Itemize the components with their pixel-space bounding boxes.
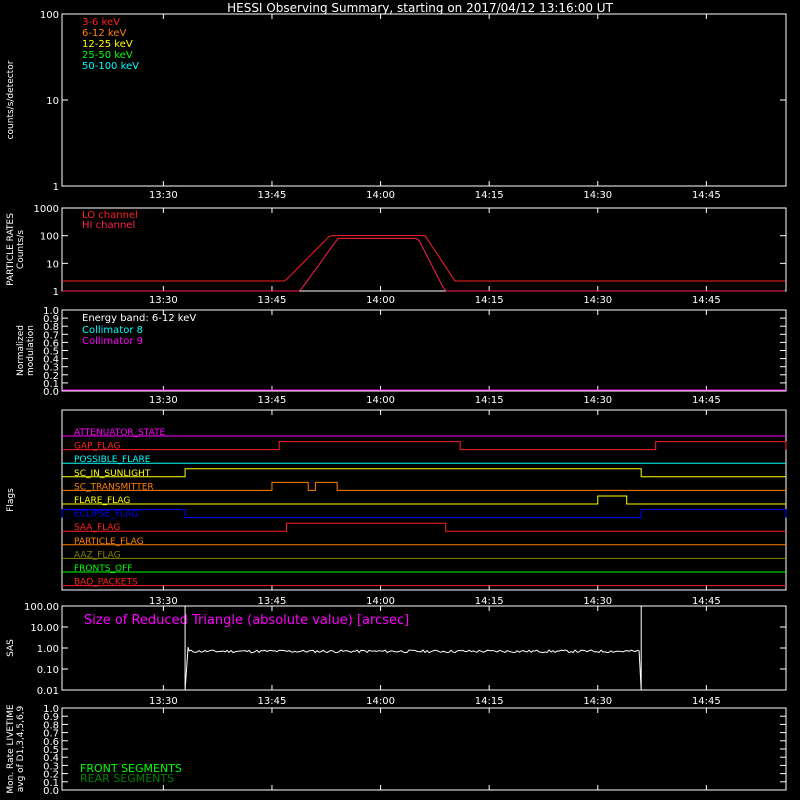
x-tick-label: 13:30 — [149, 295, 178, 306]
legend-entry: 12-25 keV — [82, 39, 133, 50]
x-tick-label: 14:00 — [366, 395, 395, 406]
y-tick-label: 10 — [46, 96, 59, 107]
x-tick-label: 13:30 — [149, 596, 178, 607]
series-line — [62, 237, 785, 292]
energy-band-label: Energy band: 6-12 keV — [82, 313, 196, 324]
x-tick-label: 14:45 — [692, 596, 721, 607]
y-tick-label: 1 — [53, 182, 59, 193]
particle-rate-series: LO channelHI channel — [62, 210, 785, 292]
x-tick-label: 13:45 — [258, 696, 287, 707]
y-axis-label: modulation — [26, 325, 36, 376]
y-tick-label: 10.00 — [30, 623, 59, 634]
legend-entry: 25-50 keV — [82, 50, 133, 61]
legend-entry: Collimator 9 — [82, 336, 143, 347]
x-tick-label: 14:45 — [692, 295, 721, 306]
y-axis-label: Normalized — [16, 325, 26, 376]
flag-line — [62, 468, 786, 478]
legend-entry: REAR SEGMENTS — [80, 772, 174, 785]
y-tick-label: 0.10 — [37, 665, 59, 676]
sas-annotation: Size of Reduced Triangle (absolute value… — [84, 613, 409, 628]
x-tick-label: 13:30 — [149, 395, 178, 406]
y-axis-label: avg of D1,3,4,5,6,9 — [16, 705, 26, 792]
y-tick-label: 1 — [53, 287, 59, 298]
y-axis-label: SAS — [6, 639, 16, 657]
panel-frame — [61, 13, 787, 187]
panel-frame — [61, 409, 787, 591]
x-tick-label: 14:00 — [366, 596, 395, 607]
chart-title: HESSI Observing Summary, starting on 201… — [227, 1, 613, 15]
x-tick-label: 14:30 — [583, 596, 612, 607]
x-tick-label: 14:00 — [366, 190, 395, 201]
legend-entry: 6-12 keV — [82, 28, 126, 39]
x-tick-label: 14:15 — [475, 696, 504, 707]
x-tick-label: 14:30 — [583, 395, 612, 406]
y-axis-label: Counts/s — [16, 230, 26, 269]
hessi-summary-chart: HESSI Observing Summary, starting on 201… — [6, 1, 787, 797]
x-tick-label: 13:45 — [258, 395, 287, 406]
y-tick-label: 10 — [46, 259, 59, 270]
flag-line — [62, 522, 786, 532]
legend-entry: HI channel — [82, 220, 135, 231]
x-tick-label: 14:45 — [692, 395, 721, 406]
y-tick-label: 1.00 — [37, 644, 59, 655]
flag-label: ECLIPSE_FLAG — [74, 510, 138, 520]
x-tick-label: 14:15 — [475, 596, 504, 607]
x-tick-label: 13:45 — [258, 295, 287, 306]
x-tick-label: 14:00 — [366, 696, 395, 707]
modulation-series: Energy band: 6-12 keVCollimator 8Collima… — [62, 313, 786, 391]
y-tick-label: 1.0 — [43, 306, 59, 317]
x-tick-label: 14:15 — [475, 295, 504, 306]
sas-series: Size of Reduced Triangle (absolute value… — [84, 606, 642, 691]
x-tick-label: 14:15 — [475, 190, 504, 201]
flag-line — [62, 481, 786, 491]
x-tick-label: 14:00 — [366, 295, 395, 306]
legend-entry: Collimator 8 — [82, 325, 143, 336]
y-tick-label: 100 — [40, 232, 59, 243]
y-axis-label: PARTICLE RATES — [6, 213, 16, 286]
x-tick-label: 14:45 — [692, 696, 721, 707]
y-tick-label: 0.01 — [37, 686, 59, 697]
livetime-series: FRONT SEGMENTSREAR SEGMENTS — [80, 762, 182, 785]
y-tick-label: 1.0 — [43, 704, 59, 715]
count-rate-series: 3-6 keV6-12 keV12-25 keV25-50 keV50-100 … — [82, 17, 139, 72]
flag-line — [61, 509, 787, 519]
flag-series: ATTENUATOR_STATEGAP_FLAGPOSSIBLE_FLARESC… — [61, 428, 787, 588]
series-line — [62, 235, 785, 282]
x-tick-label: 14:30 — [583, 696, 612, 707]
x-tick-label: 13:45 — [258, 190, 287, 201]
legend-entry: 3-6 keV — [82, 17, 120, 28]
y-tick-label: 100.00 — [24, 602, 59, 613]
flag-line — [62, 441, 787, 451]
x-tick-label: 14:15 — [475, 395, 504, 406]
y-axis-label: Flags — [6, 488, 16, 512]
y-axis-label: counts/s/detector — [6, 60, 16, 139]
flag-line — [62, 495, 786, 505]
x-tick-label: 14:30 — [583, 295, 612, 306]
y-tick-label: 1000 — [34, 204, 59, 215]
x-tick-label: 13:30 — [149, 696, 178, 707]
y-axis-label: Mon. Rate LIVETIME — [6, 704, 16, 794]
legend-entry: 50-100 keV — [82, 61, 139, 72]
y-tick-label: 100 — [40, 10, 59, 21]
x-tick-label: 14:30 — [583, 190, 612, 201]
x-tick-label: 13:30 — [149, 190, 178, 201]
x-tick-label: 14:45 — [692, 190, 721, 201]
x-tick-label: 13:45 — [258, 596, 287, 607]
